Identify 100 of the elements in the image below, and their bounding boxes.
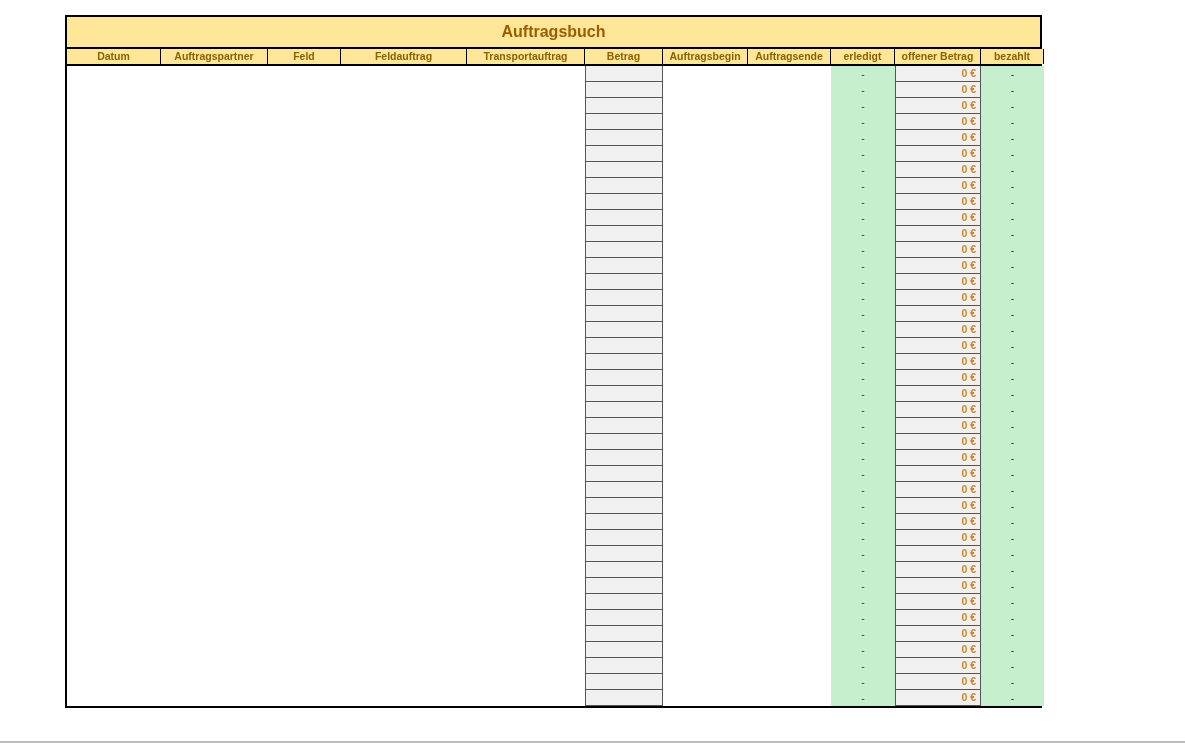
table-cell: 0 € [895, 610, 981, 626]
table-cell: - [981, 386, 1044, 402]
input-cell[interactable] [585, 690, 663, 706]
table-cell: - [831, 98, 895, 114]
table-cell: - [981, 98, 1044, 114]
input-cell[interactable] [585, 98, 663, 114]
table-cell: 0 € [895, 658, 981, 674]
table-cell: - [831, 274, 895, 290]
table-cell: - [981, 258, 1044, 274]
table-cell: 0 € [895, 594, 981, 610]
table-cell: - [831, 338, 895, 354]
input-cell[interactable] [585, 482, 663, 498]
table-cell: 0 € [895, 690, 981, 706]
input-cell[interactable] [585, 322, 663, 338]
input-cell[interactable] [585, 226, 663, 242]
input-cell[interactable] [585, 162, 663, 178]
table-cell: 0 € [895, 194, 981, 210]
table-cell: 0 € [895, 514, 981, 530]
input-cell[interactable] [585, 178, 663, 194]
column-header: Auftragsbegin [663, 49, 748, 64]
column-header: Feld [268, 49, 341, 64]
input-cell[interactable] [585, 530, 663, 546]
input-cell[interactable] [585, 242, 663, 258]
input-cell[interactable] [585, 578, 663, 594]
input-cell[interactable] [585, 514, 663, 530]
input-cell[interactable] [585, 130, 663, 146]
input-cell[interactable] [585, 434, 663, 450]
table-cell: - [831, 546, 895, 562]
input-cell[interactable] [585, 114, 663, 130]
table-cell: - [831, 530, 895, 546]
table-cell: - [831, 690, 895, 706]
input-cell[interactable] [585, 594, 663, 610]
table-cell: - [981, 274, 1044, 290]
table-cell: - [981, 578, 1044, 594]
table-cell: - [831, 82, 895, 98]
table-cell: - [831, 466, 895, 482]
input-cell[interactable] [585, 66, 663, 82]
table-cell: 0 € [895, 354, 981, 370]
input-cell[interactable] [585, 210, 663, 226]
table-cell: 0 € [895, 274, 981, 290]
input-cell[interactable] [585, 194, 663, 210]
table-cell: - [831, 66, 895, 82]
table-cell: - [831, 658, 895, 674]
input-cell[interactable] [585, 402, 663, 418]
table-cell: - [831, 402, 895, 418]
input-cell[interactable] [585, 562, 663, 578]
table-cell: - [831, 386, 895, 402]
input-cell[interactable] [585, 258, 663, 274]
table-cell: - [831, 450, 895, 466]
table-cell: - [831, 130, 895, 146]
table-cell: - [981, 562, 1044, 578]
table-cell: - [981, 546, 1044, 562]
table-cell: - [831, 242, 895, 258]
table-cell: 0 € [895, 290, 981, 306]
input-cell[interactable] [585, 674, 663, 690]
table-cell: - [831, 306, 895, 322]
input-cell[interactable] [585, 370, 663, 386]
table-cell: 0 € [895, 450, 981, 466]
table-cell: - [831, 498, 895, 514]
table-cell: 0 € [895, 114, 981, 130]
table-cell: 0 € [895, 210, 981, 226]
column-header: Auftragspartner [161, 49, 268, 64]
input-cell[interactable] [585, 546, 663, 562]
input-cell[interactable] [585, 642, 663, 658]
table-cell: - [981, 498, 1044, 514]
table-cell: - [831, 578, 895, 594]
input-cell[interactable] [585, 274, 663, 290]
input-cell[interactable] [585, 306, 663, 322]
table-cell: - [981, 594, 1044, 610]
table-cell: 0 € [895, 98, 981, 114]
table-cell: 0 € [895, 562, 981, 578]
input-cell[interactable] [585, 498, 663, 514]
input-cell[interactable] [585, 466, 663, 482]
input-cell[interactable] [585, 338, 663, 354]
table-cell: - [981, 210, 1044, 226]
table-cell: - [981, 114, 1044, 130]
table-cell: 0 € [895, 674, 981, 690]
input-cell[interactable] [585, 418, 663, 434]
input-cell[interactable] [585, 146, 663, 162]
table-cell: - [981, 178, 1044, 194]
table-cell: - [831, 594, 895, 610]
input-cell[interactable] [585, 82, 663, 98]
input-cell[interactable] [585, 658, 663, 674]
table-cell: - [981, 194, 1044, 210]
table-cell: - [981, 466, 1044, 482]
table-cell: 0 € [895, 146, 981, 162]
table-cell: - [981, 306, 1044, 322]
table-cell: - [981, 162, 1044, 178]
table-cell: - [981, 370, 1044, 386]
table-cell: - [831, 626, 895, 642]
table-cell: - [831, 114, 895, 130]
input-cell[interactable] [585, 610, 663, 626]
input-cell[interactable] [585, 354, 663, 370]
input-cell[interactable] [585, 386, 663, 402]
table-cell: - [981, 226, 1044, 242]
table-cell: 0 € [895, 530, 981, 546]
input-cell[interactable] [585, 626, 663, 642]
input-cell[interactable] [585, 450, 663, 466]
input-cell[interactable] [585, 290, 663, 306]
table-cell: - [981, 338, 1044, 354]
